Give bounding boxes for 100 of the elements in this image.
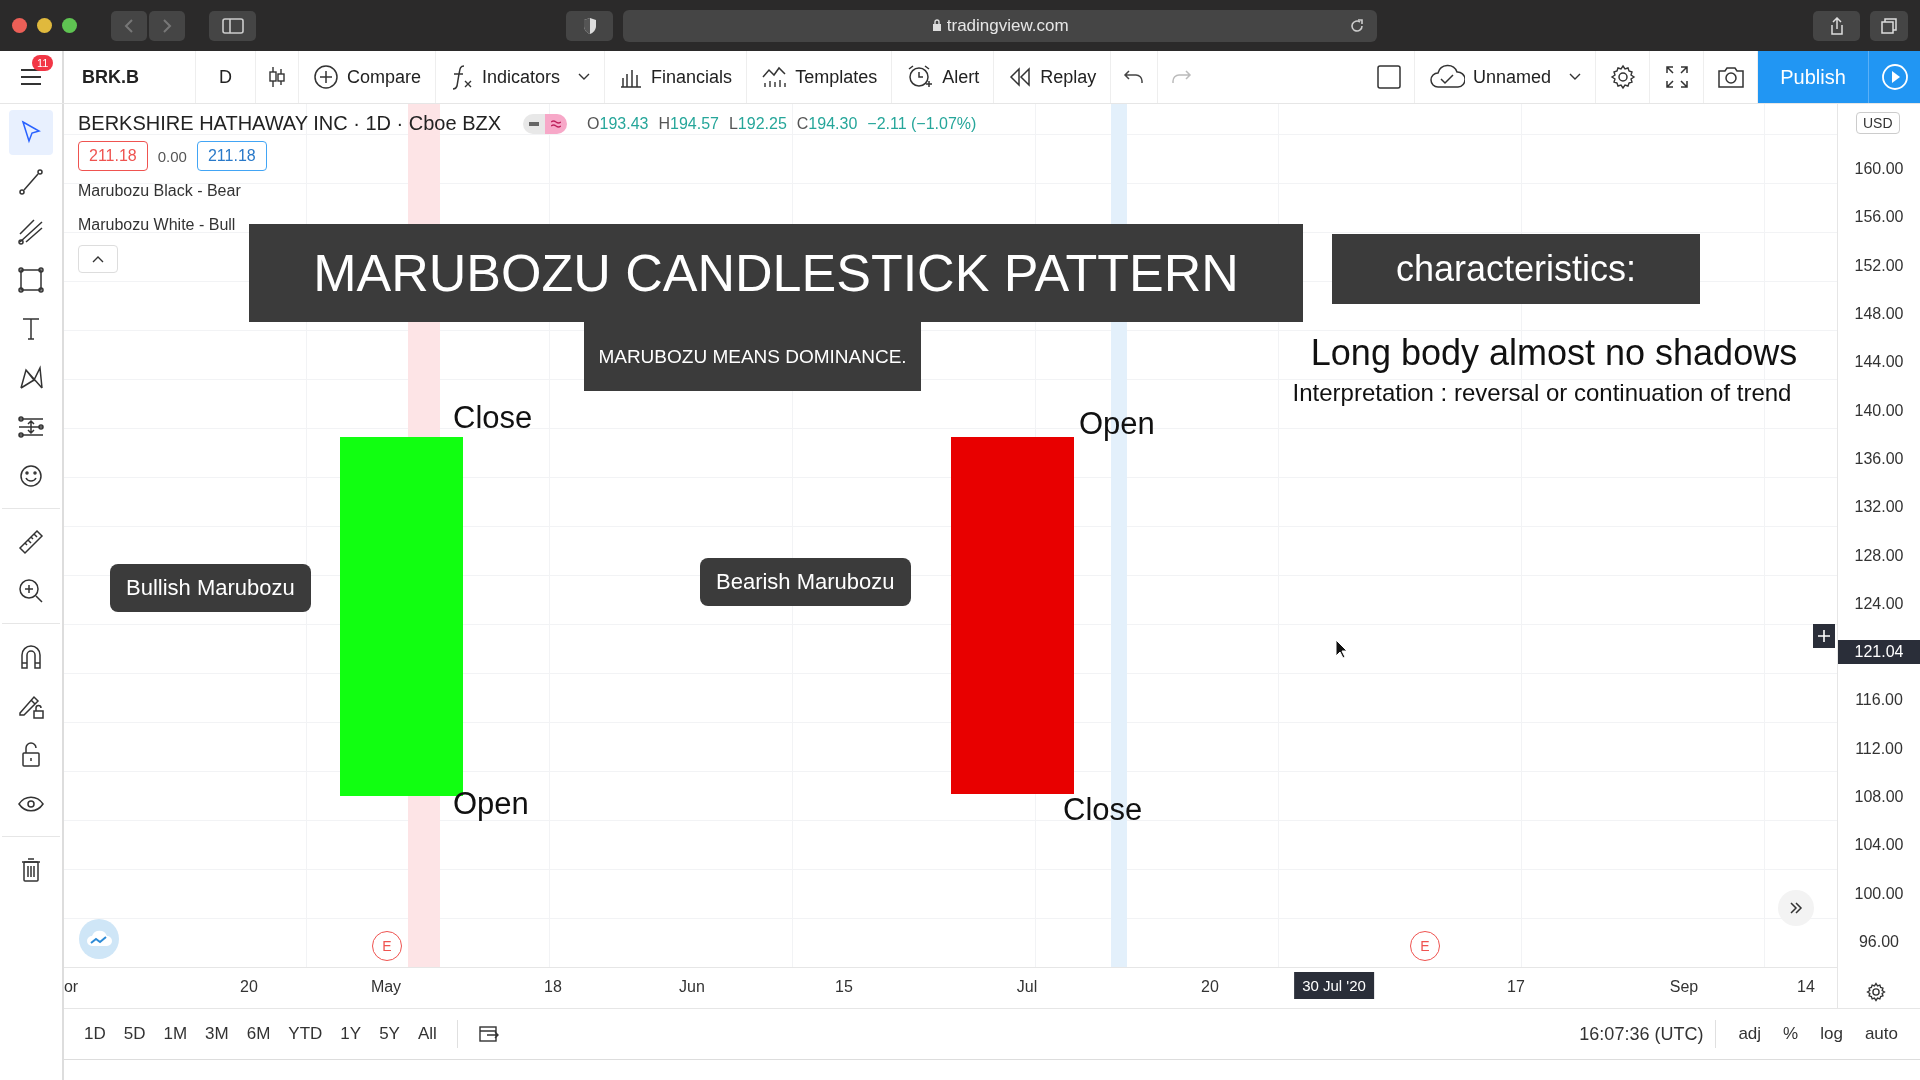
price-axis-label: 128.00 (1854, 546, 1904, 565)
crosshair-price-label: 121.04 (1838, 640, 1920, 665)
dash-icon (529, 121, 540, 126)
clock-text: 16:07:36 (UTC) (1579, 1023, 1704, 1045)
plus-circle-icon (313, 64, 339, 90)
candle-label: Open (1079, 406, 1155, 442)
ask-price: 211.18 (196, 141, 267, 171)
shield-button[interactable] (566, 10, 614, 41)
callout-label: Bearish Marubozu (700, 558, 911, 606)
price-axis-label: 108.00 (1854, 788, 1904, 806)
spread-value: 0.00 (157, 147, 187, 165)
symbol-title: BERKSHIRE HATHAWAY INC · 1D · Cboe BZX (78, 112, 502, 135)
shield-icon (581, 16, 598, 35)
price-axis-label: 140.00 (1854, 401, 1904, 420)
close-window-button[interactable] (12, 18, 27, 33)
price-axis-label: 136.00 (1854, 449, 1904, 468)
settings-icon (1609, 64, 1636, 90)
reload-icon[interactable] (1349, 17, 1366, 34)
rewind-icon (1008, 67, 1033, 87)
price-axis-label: 132.00 (1854, 498, 1904, 517)
callout-label: Bullish Marubozu (110, 564, 311, 612)
rectangle-icon (16, 264, 46, 295)
square-icon (1375, 64, 1402, 90)
crosshair-date-label: 30 Jul '20 (1294, 972, 1374, 999)
plus-icon[interactable] (1813, 624, 1835, 648)
price-axis-label: 112.00 (1855, 739, 1903, 758)
chart-line-icon (761, 65, 788, 89)
zoom-window-button[interactable] (62, 18, 77, 33)
undo-icon (1123, 69, 1146, 85)
title-banner: MARUBOZU CANDLESTICK PATTERN (249, 224, 1303, 322)
menu-icon (20, 68, 42, 86)
price-axis-label: 124.00 (1854, 594, 1904, 613)
bid-price: 211.18 (78, 141, 148, 171)
time-axis-label: Sep (1669, 978, 1699, 996)
settings-icon (1866, 982, 1886, 1002)
price-axis-label: 116.00 (1855, 691, 1903, 710)
double-chevron-icon (1789, 902, 1803, 914)
time-axis-label: 20 (1201, 978, 1219, 996)
url-text: tradingview.com (946, 15, 1069, 36)
time-axis-label: Jul (1016, 978, 1038, 996)
chevron-right-icon (161, 17, 173, 34)
candlestick-icon (268, 66, 286, 88)
ohlc-value: O193.43 (587, 114, 649, 133)
sidebar-icon (221, 17, 244, 34)
caret-icon (578, 73, 591, 81)
cursor-tool-button[interactable] (9, 110, 53, 155)
price-change: −2.11 (−1.07%) (867, 114, 977, 133)
line-icon (16, 166, 46, 197)
indicator-label[interactable]: Marubozu Black - Bear (78, 177, 241, 205)
chevron-left-icon (123, 17, 135, 34)
chevron-up-icon (92, 255, 104, 263)
time-axis-label: 20 (240, 978, 258, 996)
tabs-button[interactable] (1870, 10, 1908, 41)
time-axis-label: 14 (1797, 978, 1815, 996)
interpretation-text: Interpretation : reversal or continuation of trend (1291, 379, 1793, 407)
redo-icon (1170, 69, 1193, 85)
price-axis-label: 144.00 (1854, 353, 1904, 372)
time-axis-label: 18 (544, 978, 562, 996)
price-axis-label: 160.00 (1854, 160, 1904, 179)
time-axis-label: 15 (835, 978, 853, 996)
ohlc-value: C194.30 (796, 114, 858, 133)
wave-icon (551, 119, 562, 128)
scroll-right-button[interactable] (1778, 890, 1814, 926)
price-axis-label: 148.00 (1854, 305, 1904, 324)
play-icon (1880, 63, 1909, 91)
minimize-window-button[interactable] (37, 18, 52, 33)
address-bar[interactable]: tradingview.com (623, 9, 1378, 42)
tabs-icon (1881, 17, 1898, 34)
ohlc-value: L192.25 (728, 114, 787, 133)
back-button[interactable] (111, 10, 147, 41)
time-axis-label: May (370, 978, 402, 996)
settings-button[interactable] (1866, 982, 1886, 1002)
sidebar-button[interactable] (209, 10, 257, 41)
lock-icon (931, 19, 942, 32)
cloud-check-icon (1428, 64, 1465, 90)
share-button[interactable] (1813, 10, 1861, 41)
status-toggle[interactable] (523, 113, 568, 134)
currency-button[interactable]: USD (1856, 112, 1900, 134)
camera-icon (1716, 65, 1745, 89)
ohlc-value: H194.57 (658, 114, 719, 133)
time-axis-label: or (63, 978, 79, 996)
caret-icon (1569, 73, 1581, 81)
price-axis-label: 100.00 (1854, 884, 1904, 903)
notification-badge: 11 (32, 55, 54, 71)
price-axis-label: 104.00 (1854, 836, 1904, 855)
collapse-button[interactable] (78, 245, 118, 273)
forward-button[interactable] (149, 10, 185, 41)
fullscreen-icon (1664, 65, 1689, 89)
characteristics-banner: characteristics: (1332, 234, 1700, 304)
candle-label: Close (1063, 792, 1143, 828)
indicator-label[interactable]: Marubozu White - Bull (78, 211, 236, 239)
play-button[interactable] (1868, 51, 1920, 103)
alarm-clock-icon (906, 64, 935, 90)
mouse-cursor-icon (1335, 639, 1349, 659)
candle-label: Open (453, 786, 529, 822)
candle-label: Close (453, 400, 533, 436)
price-axis-label: 96.00 (1858, 932, 1899, 951)
price-axis-label: 156.00 (1854, 208, 1904, 227)
time-axis-label: Jun (679, 978, 705, 996)
price-axis-label: 152.00 (1854, 256, 1904, 275)
